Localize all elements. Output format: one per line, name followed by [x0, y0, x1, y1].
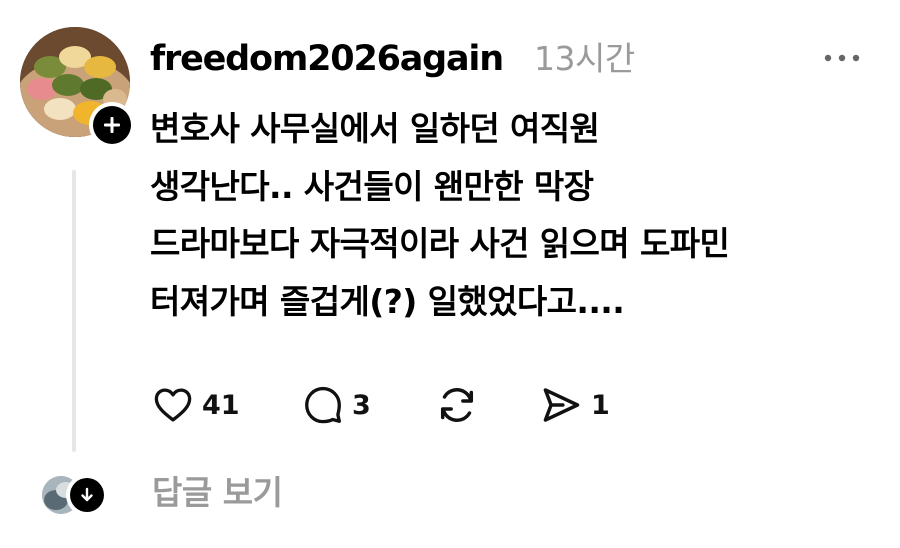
post-text: 변호사 사무실에서 일하던 여직원 생각난다.. 사건들이 왠만한 막장 드라마…: [150, 100, 870, 330]
comment-count: 3: [352, 389, 371, 421]
heart-icon: [154, 388, 192, 422]
comment-bubble-icon: [305, 386, 341, 424]
share-count: 1: [591, 389, 610, 421]
post-text-line: 변호사 사무실에서 일하던 여직원: [150, 109, 600, 148]
more-button[interactable]: [818, 42, 866, 74]
repost-icon: [440, 388, 474, 422]
follow-button[interactable]: [89, 102, 135, 148]
post-text-line: 생각난다.. 사건들이 왠만한 막장: [150, 166, 594, 206]
like-count: 41: [202, 389, 240, 421]
share-button[interactable]: 1: [539, 380, 610, 430]
thread-line: [72, 170, 76, 452]
post-time: 13시간: [534, 39, 635, 78]
repost-button[interactable]: [435, 380, 479, 430]
more-horizontal-icon: [824, 54, 860, 62]
send-icon: [543, 388, 580, 422]
comment-button[interactable]: 3: [302, 380, 371, 430]
plus-icon: [104, 117, 120, 133]
like-button[interactable]: 41: [152, 380, 240, 430]
username[interactable]: freedom2026again: [150, 34, 504, 84]
arrow-down-icon: [81, 487, 93, 502]
expand-replies-button[interactable]: [66, 474, 108, 516]
post-text-line: 터져가며 즐겁게(?) 일했었다고....: [150, 281, 625, 321]
view-replies-link[interactable]: 답글 보기: [152, 468, 283, 518]
post-text-line: 드라마보다 자극적이라 사건 읽으며 도파민: [150, 224, 730, 263]
